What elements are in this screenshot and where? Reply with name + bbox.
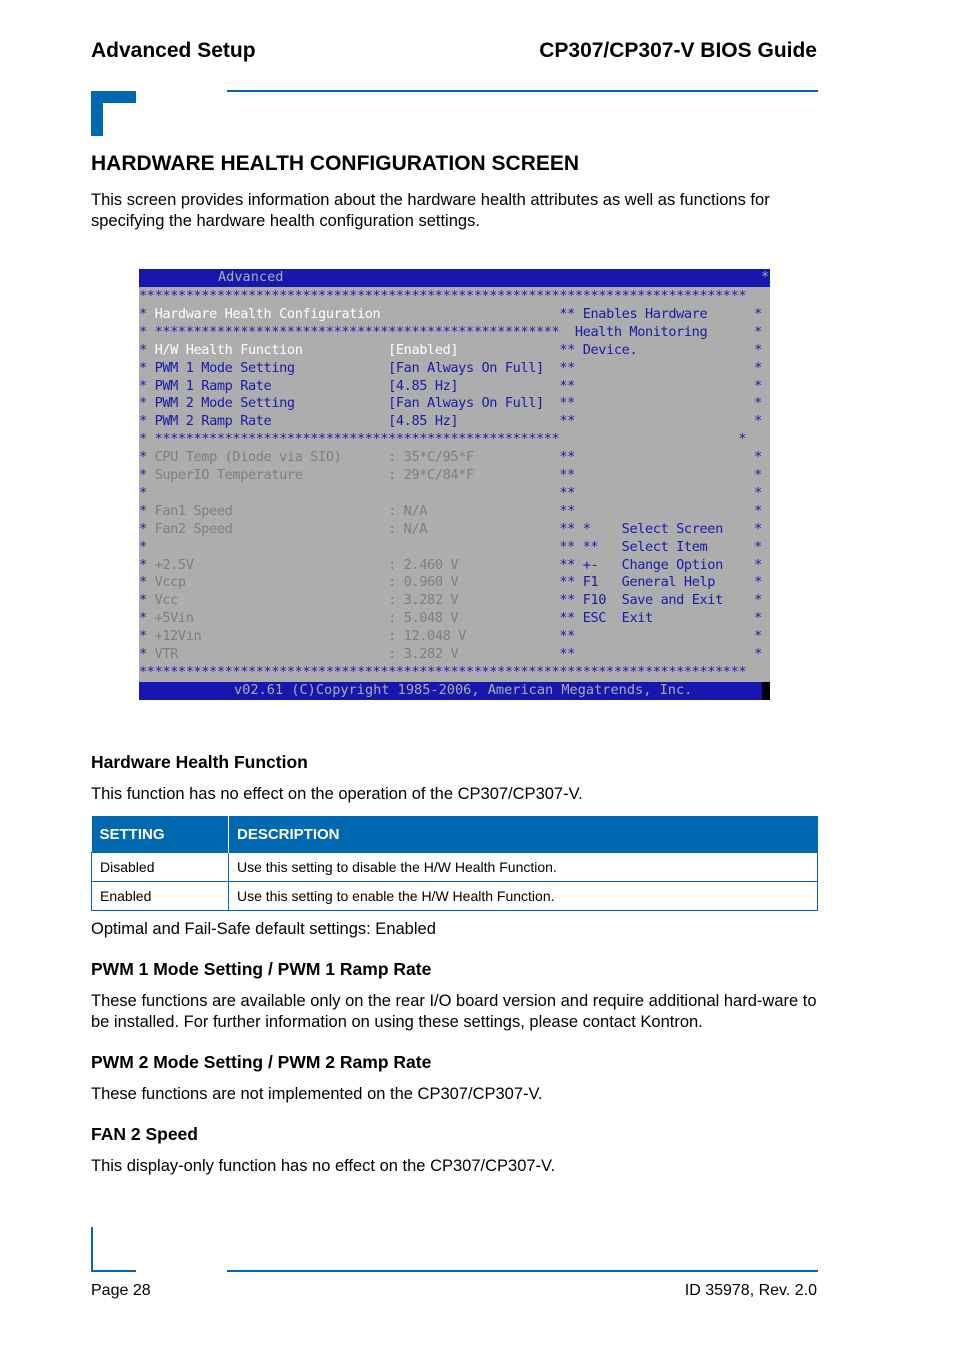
section-heading: HARDWARE HEALTH CONFIGURATION SCREEN xyxy=(91,152,580,175)
bios-copyright: v02.61 (C)Copyright 1985-2006, American … xyxy=(234,682,693,698)
bios-reading: * Fan1 Speed : N/A ** * xyxy=(139,502,762,519)
fan2-text: This display-only function has no effect… xyxy=(91,1157,556,1175)
pwm1-heading: PWM 1 Mode Setting / PWM 1 Ramp Rate xyxy=(91,959,432,979)
table-row: Disabled Use this setting to disable the… xyxy=(91,852,818,882)
bios-menu-bar: Advanced * xyxy=(139,269,770,287)
pwm1-text: These functions are available only on th… xyxy=(91,992,817,1031)
bios-reading: * +12Vin : 12.048 V ** * xyxy=(139,628,762,645)
document-id: ID 35978, Rev. 2.0 xyxy=(684,1282,817,1299)
table-row: Enabled Use this setting to enable the H… xyxy=(91,881,818,911)
hw-health-heading: Hardware Health Function xyxy=(91,752,308,772)
document-title: CP307/CP307-V BIOS Guide xyxy=(539,39,817,62)
bios-reading: * Vccp : 0.960 V ** F1 General Help * xyxy=(139,574,762,591)
setting-cell: Enabled xyxy=(91,881,229,911)
bios-setting[interactable]: * PWM 1 Ramp Rate [4.85 Hz] ** * xyxy=(139,377,762,395)
description-cell: Use this setting to enable the H/W Healt… xyxy=(228,881,818,911)
column-header-description: DESCRIPTION xyxy=(228,816,818,853)
bios-screen: Advanced * *****************************… xyxy=(139,269,770,700)
bios-divider: * **************************************… xyxy=(139,431,747,448)
bios-reading: * Fan2 Speed : N/A ** * Select Screen * xyxy=(139,520,762,537)
bios-reading: * +5Vin : 5.048 V ** ESC Exit * xyxy=(139,610,762,627)
description-cell: Use this setting to disable the H/W Heal… xyxy=(228,852,818,882)
column-header-setting: SETTING xyxy=(91,816,229,853)
pwm2-heading: PWM 2 Mode Setting / PWM 2 Ramp Rate xyxy=(91,1052,432,1072)
settings-table: SETTING DESCRIPTION Disabled Use this se… xyxy=(91,816,818,911)
bios-reading: * SuperIO Temperature : 29*C/84*F ** * xyxy=(139,467,762,483)
bios-blank: * ** ** Select Item * xyxy=(139,538,762,555)
table-header-row: SETTING DESCRIPTION xyxy=(91,816,818,853)
bios-reading: * Vcc : 3.282 V ** F10 Save and Exit * xyxy=(139,592,762,609)
corner-mark-bottom xyxy=(91,1227,136,1272)
defaults-text: Optimal and Fail-Safe default settings: … xyxy=(91,920,436,938)
bios-setting[interactable]: * PWM 2 Ramp Rate [4.85 Hz] ** * xyxy=(139,412,762,430)
bios-tab-advanced[interactable]: Advanced xyxy=(218,269,283,285)
bios-title: * Hardware Health Configuration ** Enabl… xyxy=(139,305,762,322)
pwm2-text: These functions are not implemented on t… xyxy=(91,1085,543,1103)
bios-setting[interactable]: * H/W Health Function [Enabled] ** Devic… xyxy=(139,341,762,359)
header-rule xyxy=(227,90,818,92)
bios-copyright-bar: v02.61 (C)Copyright 1985-2006, American … xyxy=(139,682,762,700)
footer-rule xyxy=(227,1270,818,1272)
bios-setting[interactable]: * PWM 1 Mode Setting [Fan Always On Full… xyxy=(139,359,762,377)
intro-paragraph: This screen provides information about t… xyxy=(91,191,770,230)
bios-reading: * +2.5V : 2.460 V ** +- Change Option * xyxy=(139,556,762,573)
fan2-heading: FAN 2 Speed xyxy=(91,1124,198,1144)
bios-border: ****************************************… xyxy=(139,663,747,680)
setting-cell: Disabled xyxy=(91,852,229,882)
corner-mark-top xyxy=(91,91,136,136)
bios-setting[interactable]: * PWM 2 Mode Setting [Fan Always On Full… xyxy=(139,394,762,412)
bios-divider: * **************************************… xyxy=(139,323,762,340)
bios-reading: * VTR : 3.282 V ** * xyxy=(139,646,762,662)
hw-health-text: This function has no effect on the opera… xyxy=(91,785,583,803)
page-number: Page 28 xyxy=(91,1282,151,1299)
bios-reading: * CPU Temp (Diode via SIO) : 35*C/95*F *… xyxy=(139,449,762,466)
bios-border: ****************************************… xyxy=(139,288,747,304)
chapter-title: Advanced Setup xyxy=(91,39,256,62)
bios-blank: * ** * xyxy=(139,484,762,501)
